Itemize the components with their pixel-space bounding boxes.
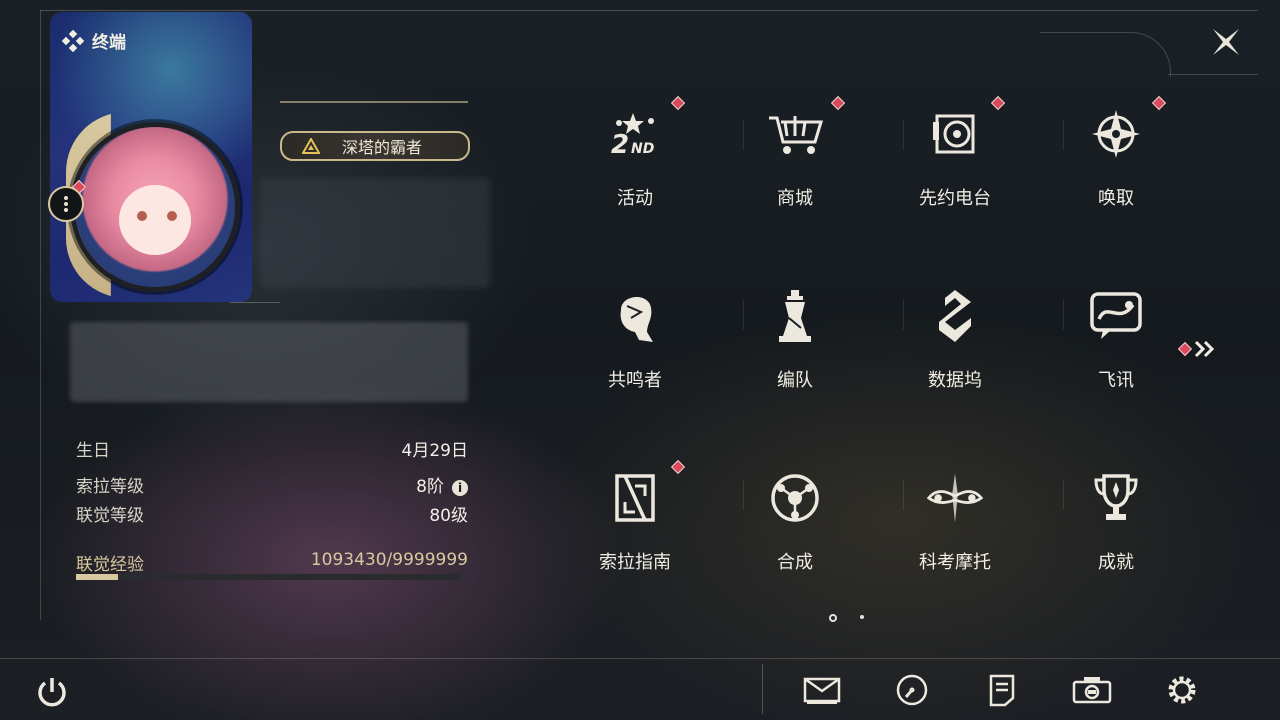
menu-item-label: 索拉指南 bbox=[599, 552, 671, 573]
page-title: 终端 bbox=[62, 28, 126, 53]
shop-cart-icon bbox=[765, 104, 825, 164]
notification-dot bbox=[1151, 95, 1167, 111]
title-badge[interactable]: 深塔的霸者 bbox=[280, 131, 470, 161]
menu-item-label: 共鸣者 bbox=[608, 370, 662, 391]
info-row-sola-level: 索拉等级 8阶 i bbox=[76, 472, 468, 497]
menu-item-chat-message[interactable]: 飞讯 bbox=[1036, 272, 1196, 422]
avatar[interactable] bbox=[70, 122, 240, 292]
frame-top-line bbox=[40, 10, 1258, 11]
page-title-label: 终端 bbox=[92, 33, 126, 53]
grid-separator bbox=[903, 480, 904, 510]
frame-arc bbox=[1040, 32, 1171, 77]
chat-message-icon bbox=[1086, 286, 1146, 346]
power-icon bbox=[38, 678, 66, 707]
next-page-dot bbox=[1177, 341, 1193, 357]
motorbike-icon bbox=[925, 468, 985, 528]
menu-item-resonator-head[interactable]: 共鸣者 bbox=[555, 272, 715, 422]
menu-item-label: 唤取 bbox=[1098, 188, 1134, 209]
info-row-union-exp: 联觉经验 1093430/9999999 bbox=[76, 550, 468, 575]
page-indicator-2[interactable] bbox=[860, 615, 864, 619]
tower-rank-icon bbox=[302, 138, 320, 154]
power-button[interactable] bbox=[34, 674, 70, 710]
notification-dot bbox=[670, 95, 686, 111]
menu-item-label: 成就 bbox=[1098, 552, 1134, 573]
timer-button[interactable] bbox=[892, 670, 932, 710]
notification-dot bbox=[670, 459, 686, 475]
menu-item-guide-book[interactable]: 索拉指南 bbox=[555, 454, 715, 604]
trophy-icon bbox=[1086, 468, 1146, 528]
menu-item-event[interactable]: 2 ND 活动 bbox=[555, 90, 715, 240]
menu-item-motorbike[interactable]: 科考摩托 bbox=[875, 454, 1035, 604]
frame-right-line bbox=[1168, 74, 1258, 75]
menu-item-synthesis[interactable]: 合成 bbox=[715, 454, 875, 604]
notification-dot bbox=[990, 95, 1006, 111]
mail-button[interactable] bbox=[802, 670, 842, 710]
grid-separator bbox=[743, 300, 744, 330]
name-underline bbox=[280, 101, 468, 103]
resonator-head-icon bbox=[605, 286, 665, 346]
info-row-union-level: 联觉等级 80级 bbox=[76, 506, 468, 526]
frame-left-line bbox=[40, 10, 41, 620]
frame-bottom-line bbox=[0, 658, 1280, 659]
bottom-separator bbox=[762, 664, 763, 714]
blurred-signature-area bbox=[70, 322, 468, 402]
data-dock-icon bbox=[925, 286, 985, 346]
notice-icon bbox=[989, 674, 1015, 707]
close-icon bbox=[1213, 29, 1239, 55]
notice-button[interactable] bbox=[982, 670, 1022, 710]
grid-separator bbox=[1063, 300, 1064, 330]
menu-item-chess-team[interactable]: 编队 bbox=[715, 272, 875, 422]
grid-separator bbox=[903, 300, 904, 330]
radio-icon bbox=[925, 104, 985, 164]
double-chevron-right-icon bbox=[1194, 340, 1215, 358]
page-indicator-1[interactable] bbox=[829, 614, 837, 622]
exp-progress-bar bbox=[76, 574, 460, 580]
menu-item-label: 数据坞 bbox=[928, 370, 982, 391]
guide-book-icon bbox=[605, 468, 665, 528]
synthesis-icon bbox=[765, 468, 825, 528]
menu-item-data-dock[interactable]: 数据坞 bbox=[875, 272, 1035, 422]
next-page-button[interactable] bbox=[1177, 340, 1216, 358]
menu-item-shop-cart[interactable]: 商城 bbox=[715, 90, 875, 240]
more-options-button[interactable] bbox=[48, 186, 84, 222]
info-icon[interactable]: i bbox=[452, 480, 468, 496]
menu-item-label: 活动 bbox=[617, 188, 653, 209]
summon-compass-icon bbox=[1086, 104, 1146, 164]
info-row-birthday: 生日 4月29日 bbox=[76, 441, 468, 461]
card-divider bbox=[230, 302, 280, 303]
gear-icon bbox=[1168, 676, 1196, 704]
camera-button[interactable] bbox=[1072, 670, 1112, 710]
clock-icon bbox=[896, 674, 928, 706]
svg-text:ND: ND bbox=[631, 141, 654, 157]
grid-separator bbox=[903, 120, 904, 150]
grid-separator bbox=[743, 480, 744, 510]
grid-separator bbox=[743, 120, 744, 150]
settings-button[interactable] bbox=[1162, 670, 1202, 710]
svg-text:2: 2 bbox=[611, 130, 629, 159]
menu-item-label: 飞讯 bbox=[1098, 370, 1134, 391]
menu-item-label: 科考摩托 bbox=[919, 552, 991, 573]
menu-item-label: 商城 bbox=[777, 188, 813, 209]
terminal-icon bbox=[62, 29, 84, 52]
blurred-name-area bbox=[260, 178, 490, 288]
menu-item-radio[interactable]: 先约电台 bbox=[875, 90, 1035, 240]
close-button[interactable] bbox=[1208, 24, 1244, 60]
menu-item-label: 合成 bbox=[777, 552, 813, 573]
camera-icon bbox=[1072, 677, 1112, 704]
mail-icon bbox=[803, 677, 841, 704]
title-badge-label: 深塔的霸者 bbox=[342, 138, 423, 157]
notification-dot bbox=[830, 95, 846, 111]
menu-item-label: 先约电台 bbox=[919, 188, 991, 209]
grid-separator bbox=[1063, 120, 1064, 150]
event-icon: 2 ND bbox=[605, 104, 665, 164]
menu-item-label: 编队 bbox=[777, 370, 813, 391]
menu-item-trophy[interactable]: 成就 bbox=[1036, 454, 1196, 604]
grid-separator bbox=[1063, 480, 1064, 510]
chess-team-icon bbox=[765, 286, 825, 346]
menu-item-summon-compass[interactable]: 唤取 bbox=[1036, 90, 1196, 240]
